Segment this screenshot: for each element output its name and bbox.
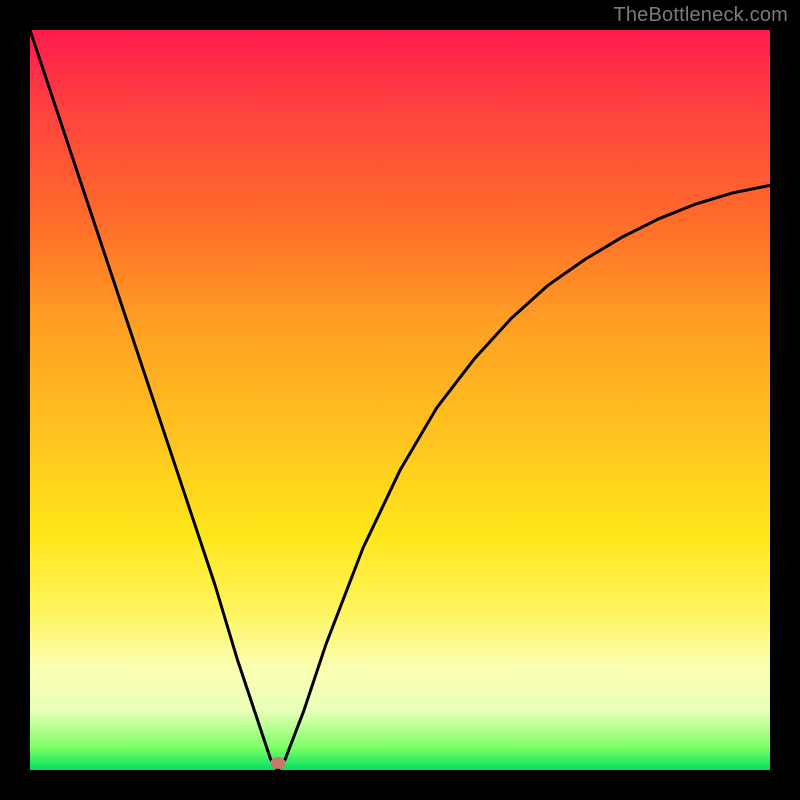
optimal-point-marker [270, 757, 285, 769]
watermark-text: TheBottleneck.com [613, 4, 788, 27]
bottleneck-curve [30, 30, 770, 770]
chart-frame: TheBottleneck.com [0, 0, 800, 800]
plot-area [30, 30, 770, 770]
